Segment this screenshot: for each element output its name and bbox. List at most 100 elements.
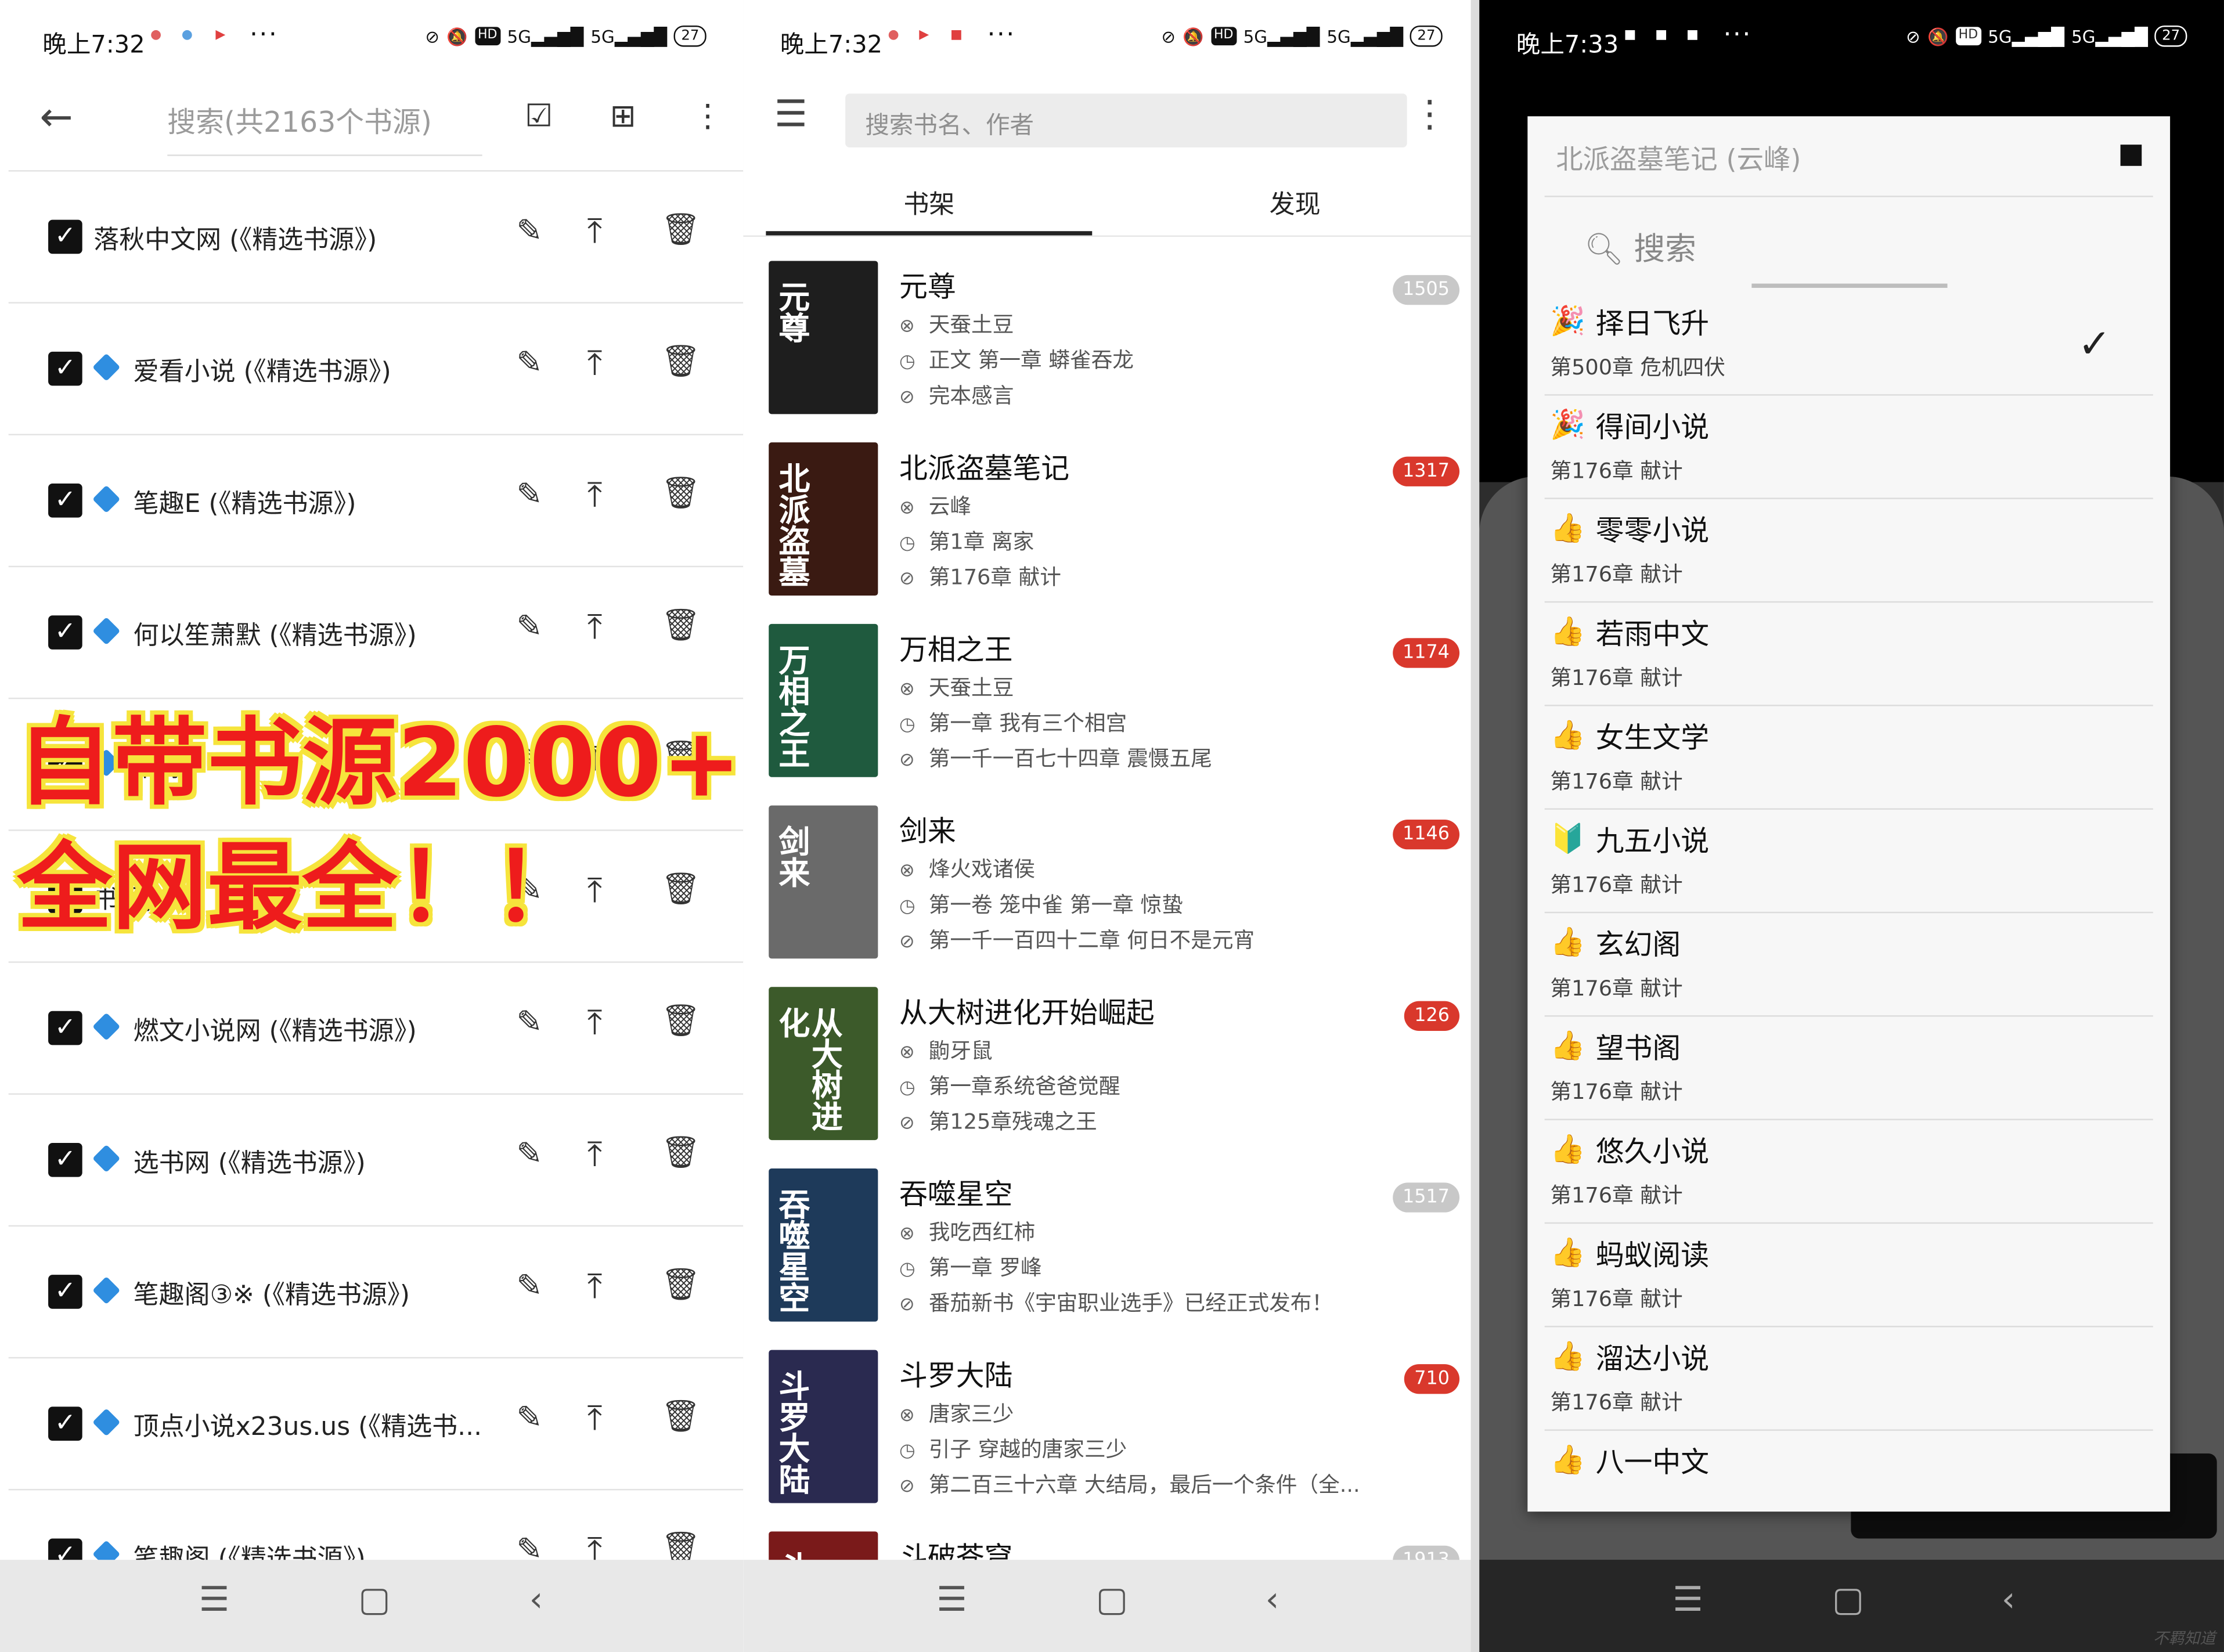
source-row[interactable]: ✓ 爱看小说 (《精选书源》) ✎ ⤒ 🗑︎ (0, 304, 743, 435)
edit-icon[interactable]: ✎ (516, 1401, 542, 1437)
source-row[interactable]: ✓ 燃文小说网 (《精选书源》) ✎ ⤒ 🗑︎ (0, 963, 743, 1095)
author-line: ⊗ 天蚕土豆 (899, 674, 1014, 701)
delete-icon[interactable]: 🗑︎ (661, 1268, 701, 1303)
book-item[interactable]: 斗罗大陆 斗罗大陆 710 ⊗ 唐家三少 ◷ 引子 穿越的唐家三少 ⊘ 第二百三十六章 大… (743, 1350, 1479, 1532)
source-name: 玄幻阁 (1595, 927, 1681, 962)
check-icon[interactable]: ✓ (48, 615, 82, 650)
back-nav-icon[interactable]: ‹ (508, 1579, 565, 1619)
delete-icon[interactable]: 🗑︎ (661, 212, 701, 248)
more-vert-icon[interactable]: ⋮ (1411, 93, 1448, 136)
move-top-icon[interactable]: ⤒ (587, 1134, 602, 1174)
source-option[interactable]: 🔰 九五小说 第176章 献计 (1527, 810, 2170, 914)
move-top-icon[interactable]: ⤒ (587, 1002, 602, 1042)
mute-icon: 🔕 (1927, 26, 1949, 46)
book-item[interactable]: 元尊 元尊 1505 ⊗ 天蚕土豆 ◷ 正文 第一章 蟒雀吞龙 ⊘ 完本感言 (743, 261, 1479, 442)
delete-icon[interactable]: 🗑︎ (661, 477, 701, 512)
check-icon[interactable]: ✓ (48, 484, 82, 518)
edit-icon[interactable]: ✎ (516, 1005, 542, 1041)
source-row[interactable]: ✓ 笔趣阁③※ (《精选书源》) ✎ ⤒ 🗑︎ (0, 1227, 743, 1358)
home-nav-icon[interactable]: ▢ (1084, 1579, 1141, 1619)
edit-icon[interactable]: ✎ (516, 609, 542, 645)
source-option[interactable]: 👍 蚂蚁阅读 第176章 献计 (1527, 1224, 2170, 1328)
source-option[interactable]: 🎉 择日飞升 第500章 危机四伏 ✓ (1527, 292, 2170, 396)
back-arrow-icon[interactable]: ← (39, 93, 73, 140)
source-option[interactable]: 👍 玄幻阁 第176章 献计 (1527, 913, 2170, 1017)
book-title: 元尊 (899, 269, 956, 304)
source-option[interactable]: 👍 零零小说 第176章 献计 (1527, 499, 2170, 603)
move-top-icon[interactable]: ⤒ (587, 1267, 602, 1306)
check-icon[interactable]: ✓ (48, 351, 82, 386)
source-option[interactable]: 🎉 得间小说 第176章 献计 (1527, 396, 2170, 499)
home-nav-icon[interactable]: ▢ (346, 1579, 403, 1619)
move-top-icon[interactable]: ⤒ (587, 211, 602, 251)
source-option[interactable]: 👍 若雨中文 第176章 献计 (1527, 603, 2170, 706)
source-option[interactable]: 👍 八一中文 (1527, 1431, 2170, 1512)
edit-icon[interactable]: ✎ (516, 214, 542, 250)
author-icon: ⊗ (899, 316, 915, 338)
edit-select-icon[interactable]: ☑ (525, 99, 553, 135)
delete-icon[interactable]: 🗑︎ (661, 1399, 701, 1435)
compass-icon: ⊘ (899, 1294, 915, 1316)
source-option[interactable]: 👍 悠久小说 第176章 献计 (1527, 1120, 2170, 1224)
move-top-icon[interactable]: ⤒ (587, 475, 602, 514)
check-icon[interactable]: ✓ (48, 1011, 82, 1045)
home-nav-icon[interactable]: ▢ (1820, 1579, 1877, 1619)
system-nav-bar: ☰ ▢ ‹ (743, 1560, 1480, 1652)
source-option[interactable]: 👍 望书阁 第176章 献计 (1527, 1017, 2170, 1120)
dialog-search-input[interactable]: 🔍︎ 搜索 (1584, 224, 1696, 269)
battery-icon: 27 (2154, 25, 2187, 47)
source-option[interactable]: 👍 溜达小说 第176章 献计 (1527, 1328, 2170, 1431)
menu-nav-icon[interactable]: ☰ (1660, 1579, 1717, 1619)
compass-icon: ⊘ (899, 568, 915, 590)
move-top-icon[interactable]: ⤒ (587, 871, 602, 910)
book-search-input[interactable]: 搜索书名、作者 (845, 93, 1407, 148)
book-item[interactable]: 从大树进化 从大树进化开始崛起 126 ⊗ 鼩牙鼠 ◷ 第一章系统爸爸觉醒 ⊘ 第125章… (743, 987, 1479, 1168)
book-item[interactable]: 北派盗墓 北派盗墓笔记 1317 ⊗ 云峰 ◷ 第1章 离家 ⊘ 第176章 献计 (743, 442, 1479, 624)
check-icon[interactable]: ✓ (48, 219, 82, 254)
delete-icon[interactable]: 🗑︎ (661, 1004, 701, 1040)
check-icon[interactable]: ✓ (48, 1275, 82, 1309)
read-progress-line: ◷ 第一章 罗峰 (899, 1254, 1042, 1281)
move-top-icon[interactable]: ⤒ (587, 343, 602, 383)
source-row[interactable]: ✓ 落秋中文网 (《精选书源》) ✎ ⤒ 🗑︎ (0, 172, 743, 304)
delete-icon[interactable]: 🗑︎ (661, 608, 701, 644)
tab-bookshelf[interactable]: 书架 (755, 185, 1104, 222)
source-row[interactable]: ✓ 笔趣E (《精选书源》) ✎ ⤒ 🗑︎ (0, 435, 743, 567)
stop-icon[interactable] (2120, 145, 2142, 166)
edit-icon[interactable]: ✎ (516, 1137, 542, 1173)
move-top-icon[interactable]: ⤒ (587, 607, 602, 647)
book-item[interactable]: 剑来 剑来 1146 ⊗ 烽火戏诸侯 ◷ 第一卷 笼中雀 第一章 惊蛰 ⊘ 第一千一百四十… (743, 805, 1479, 987)
notification-icon: ■ (1686, 28, 1699, 43)
check-icon[interactable]: ✓ (48, 1142, 82, 1177)
back-nav-icon[interactable]: ‹ (1980, 1579, 2037, 1619)
source-row[interactable]: ✓ 何以笙萧默 (《精选书源》) ✎ ⤒ 🗑︎ (0, 567, 743, 699)
group-icon[interactable]: ⊞ (610, 99, 636, 135)
move-top-icon[interactable]: ⤒ (587, 1398, 602, 1438)
delete-icon[interactable]: 🗑︎ (661, 1136, 701, 1171)
back-nav-icon[interactable]: ‹ (1244, 1579, 1301, 1619)
delete-icon[interactable]: 🗑︎ (661, 872, 701, 907)
book-item[interactable]: 吞噬星空 吞噬星空 1517 ⊗ 我吃西红柿 ◷ 第一章 罗峰 ⊘ 番茄新书《宇宙职业选手… (743, 1168, 1479, 1350)
source-search-input[interactable]: 搜索(共2163个书源) (167, 99, 482, 156)
book-item[interactable]: 万相之王 万相之王 1174 ⊗ 天蚕土豆 ◷ 第一章 我有三个相宫 ⊘ 第一千一百七十四… (743, 623, 1479, 806)
menu-icon[interactable]: ☰ (774, 93, 808, 136)
status-icons: ⊘ 🔕 HD 5G▂▄▆█ 5G▂▄▆█ 27 (1162, 25, 1443, 47)
menu-nav-icon[interactable]: ☰ (924, 1579, 981, 1619)
edit-icon[interactable]: ✎ (516, 1269, 542, 1304)
tab-discover[interactable]: 发现 (1120, 185, 1469, 222)
edit-icon[interactable]: ✎ (516, 346, 542, 381)
delete-icon[interactable]: 🗑︎ (661, 345, 701, 380)
check-icon[interactable]: ✓ (48, 1406, 82, 1441)
author-icon: ⊗ (899, 860, 915, 882)
edit-icon[interactable]: ✎ (516, 478, 542, 513)
menu-nav-icon[interactable]: ☰ (186, 1579, 243, 1619)
source-row[interactable]: ✓ 顶点小说x23us.us (《精选书... ✎ ⤒ 🗑︎ (0, 1358, 743, 1490)
signal-icon: 5G▂▄▆█ (1988, 26, 2064, 46)
source-row[interactable]: ✓ 选书网 (《精选书源》) ✎ ⤒ 🗑︎ (0, 1095, 743, 1227)
latest-chapter-line: ⊘ 第一千一百七十四章 震慑五尾 (899, 745, 1212, 771)
status-time: 晚上7:33 (1516, 31, 1619, 60)
source-option[interactable]: 👍 女生文学 第176章 献计 (1527, 706, 2170, 810)
notification-icon: ▶ (215, 28, 226, 43)
more-vert-icon[interactable]: ⋮ (692, 99, 723, 135)
source-name: 得间小说 (1595, 409, 1710, 444)
